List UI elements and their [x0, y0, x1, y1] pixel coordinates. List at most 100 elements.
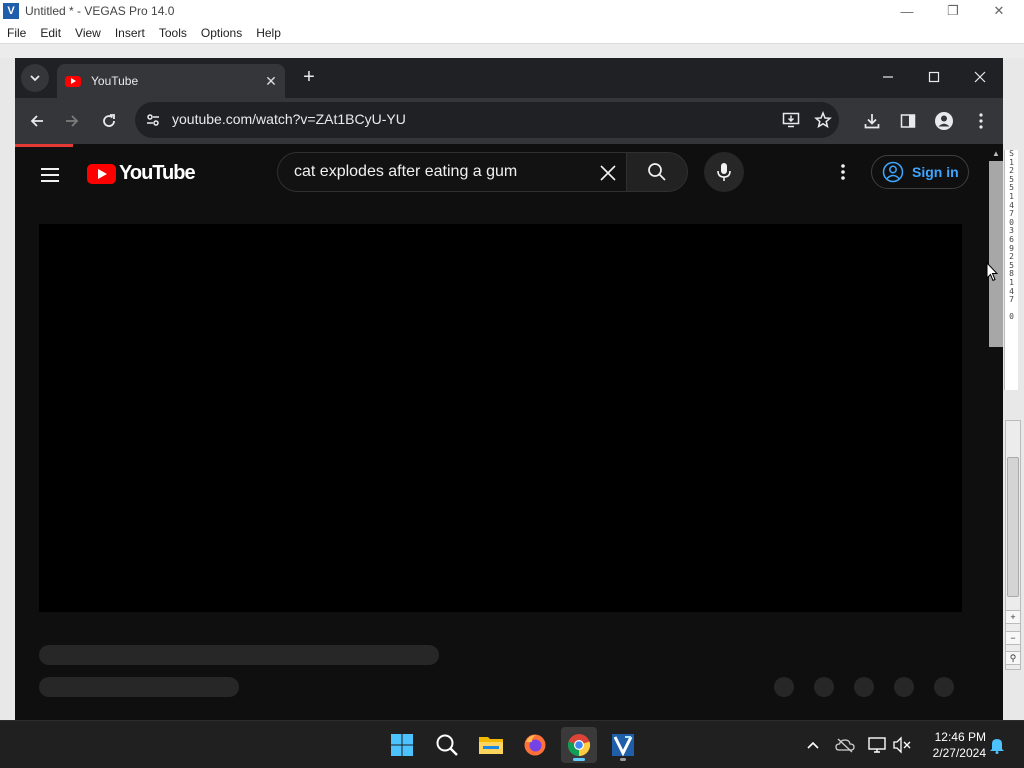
vegas-close-button[interactable]: ✕	[976, 0, 1022, 22]
bell-icon	[990, 739, 1004, 754]
microphone-icon	[717, 163, 731, 181]
downloads-button[interactable]	[858, 107, 886, 135]
title-placeholder	[39, 645, 439, 665]
menu-help[interactable]: Help	[249, 26, 288, 40]
site-info-button[interactable]	[141, 108, 165, 132]
taskbar-search-button[interactable]	[429, 727, 465, 763]
file-explorer-button[interactable]	[473, 727, 509, 763]
vegas-window-title: Untitled * - VEGAS Pro 14.0	[25, 4, 175, 18]
vegas-restore-button[interactable]: ❐	[930, 0, 976, 22]
vegas-zoom-in-button[interactable]: +	[1005, 610, 1021, 624]
running-indicator	[620, 758, 626, 761]
taskbar: 12:46 PM 2/27/2024	[0, 720, 1024, 768]
back-button[interactable]	[23, 107, 51, 135]
new-tab-button[interactable]: +	[297, 66, 321, 90]
vegas-zoom-tool-button[interactable]: ⚲	[1005, 651, 1021, 665]
vegas-menu-bar: File Edit View Insert Tools Options Help	[0, 22, 1024, 44]
page-scrollbar[interactable]: ▲	[989, 147, 1003, 720]
chrome-window: YouTube ✕ + youtube.com/watch?v=ZAt1BCyU…	[15, 58, 1003, 720]
search-input[interactable]: cat explodes after eating a gum	[277, 152, 627, 192]
menu-view[interactable]: View	[68, 26, 108, 40]
sign-in-label: Sign in	[912, 164, 959, 180]
maximize-button[interactable]	[911, 62, 957, 92]
bookmark-button[interactable]	[811, 108, 835, 132]
youtube-favicon-icon	[65, 75, 81, 87]
minimize-button[interactable]	[865, 62, 911, 92]
vegas-title-bar: V Untitled * - VEGAS Pro 14.0 — ❐ ✕	[0, 0, 1024, 22]
notifications-button[interactable]	[985, 733, 1009, 757]
clock-time: 12:46 PM	[934, 730, 986, 744]
chevron-down-icon	[30, 75, 40, 82]
forward-arrow-icon	[66, 115, 79, 127]
chevron-up-icon	[807, 741, 819, 749]
youtube-play-icon	[87, 163, 116, 184]
back-arrow-icon	[30, 115, 43, 127]
voice-search-button[interactable]	[704, 152, 744, 192]
vegas-pro-taskbar-button[interactable]	[605, 727, 641, 763]
search-query-text[interactable]: cat explodes after eating a gum	[294, 163, 517, 181]
minimize-icon	[883, 76, 893, 78]
windows-logo-icon	[391, 734, 413, 756]
tab-youtube[interactable]: YouTube ✕	[57, 64, 285, 98]
system-clock[interactable]: 12:46 PM 2/27/2024	[918, 729, 986, 761]
more-vert-icon	[979, 113, 983, 129]
tab-strip: YouTube ✕ +	[15, 58, 1003, 98]
maximize-icon	[928, 71, 940, 83]
sign-in-button[interactable]: Sign in	[871, 155, 969, 189]
chrome-icon	[567, 734, 591, 757]
tab-search-button[interactable]	[21, 64, 49, 92]
install-app-icon	[782, 112, 800, 128]
reload-icon	[103, 114, 115, 127]
star-icon	[814, 111, 832, 129]
forward-button[interactable]	[58, 107, 86, 135]
install-app-button[interactable]	[779, 108, 803, 132]
more-vert-icon	[841, 164, 845, 180]
url-text[interactable]: youtube.com/watch?v=ZAt1BCyU-YU	[172, 111, 406, 127]
address-bar[interactable]: youtube.com/watch?v=ZAt1BCyU-YU	[135, 102, 839, 138]
network-tray-button[interactable]	[865, 733, 889, 757]
action-placeholder	[774, 677, 794, 697]
tab-title: YouTube	[91, 74, 139, 88]
settings-menu-button[interactable]	[831, 160, 855, 184]
chrome-taskbar-button[interactable]	[561, 727, 597, 763]
channel-placeholder	[39, 677, 239, 697]
scroll-up-arrow-icon[interactable]: ▲	[989, 147, 1003, 161]
vegas-zoom-out-button[interactable]: −	[1005, 631, 1021, 645]
reload-button[interactable]	[95, 107, 123, 135]
onedrive-tray-button[interactable]	[833, 733, 857, 757]
youtube-page: YouTube cat explodes after eating a gum …	[15, 147, 989, 720]
mouse-cursor-icon	[986, 262, 998, 282]
youtube-logo[interactable]: YouTube	[87, 162, 196, 185]
network-icon	[868, 737, 886, 753]
menu-file[interactable]: File	[0, 26, 33, 40]
vegas-minimize-button[interactable]: —	[884, 0, 930, 22]
menu-edit[interactable]: Edit	[33, 26, 68, 40]
menu-options[interactable]: Options	[194, 26, 249, 40]
vegas-pro-icon	[612, 734, 634, 757]
start-button[interactable]	[384, 727, 420, 763]
side-panel-button[interactable]	[894, 107, 922, 135]
show-hidden-icons-button[interactable]	[801, 733, 825, 757]
vegas-app-icon: V	[3, 3, 19, 19]
chrome-menu-button[interactable]	[967, 107, 995, 135]
page-scroll-thumb[interactable]	[989, 161, 1003, 347]
clear-search-button[interactable]	[596, 161, 620, 185]
tune-icon	[147, 114, 159, 126]
volume-tray-button[interactable]	[890, 733, 914, 757]
action-placeholder	[894, 677, 914, 697]
volume-muted-icon	[893, 736, 911, 754]
firefox-button[interactable]	[517, 727, 553, 763]
video-player[interactable]	[39, 224, 962, 612]
menu-tools[interactable]: Tools	[152, 26, 194, 40]
menu-insert[interactable]: Insert	[108, 26, 152, 40]
search-button[interactable]	[626, 152, 688, 192]
tab-close-icon[interactable]: ✕	[263, 73, 279, 89]
close-icon	[600, 165, 616, 181]
guide-menu-button[interactable]	[39, 163, 63, 187]
close-button[interactable]	[957, 62, 1003, 92]
file-explorer-icon	[479, 737, 503, 754]
side-panel-icon	[900, 114, 916, 128]
vegas-scroll-thumb[interactable]	[1007, 457, 1019, 597]
profile-button[interactable]	[930, 107, 958, 135]
close-icon	[974, 71, 986, 83]
